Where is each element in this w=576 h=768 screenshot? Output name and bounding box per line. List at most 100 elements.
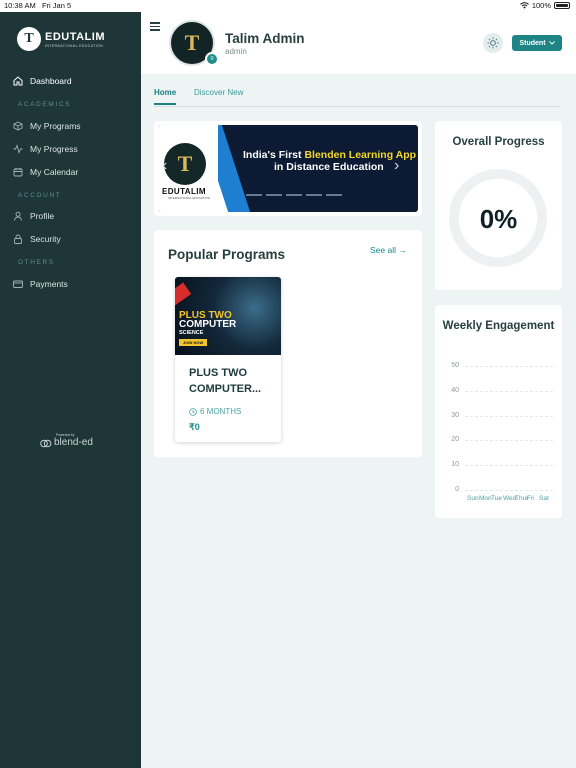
y-tick-label: 0 <box>455 486 459 493</box>
y-tick-label: 30 <box>451 411 459 419</box>
sidebar-item-profile[interactable]: Profile <box>13 211 54 221</box>
x-tick-label: Mon <box>479 495 492 502</box>
carousel-next-icon[interactable]: › <box>394 157 399 175</box>
see-all-link[interactable]: See all → <box>370 245 407 255</box>
thumbnail-line2: COMPUTER <box>179 319 237 330</box>
sidebar-item-my-progress[interactable]: My Progress <box>13 144 78 154</box>
sun-icon <box>487 37 499 49</box>
powered-by-brand: blend-ed <box>54 437 93 448</box>
carousel-dot[interactable] <box>266 194 282 196</box>
card-title: Weekly Engagement <box>442 320 555 332</box>
user-icon <box>14 211 22 221</box>
section-title: Popular Programs <box>168 247 286 262</box>
sidebar-item-security[interactable]: Security <box>13 234 61 244</box>
gridline <box>465 440 553 442</box>
y-tick-label: 50 <box>451 362 459 369</box>
y-tick-label: 40 <box>451 386 459 394</box>
carousel-dot[interactable] <box>286 194 302 196</box>
role-switch-button[interactable]: Student <box>512 35 562 51</box>
gridline <box>465 490 553 491</box>
sidebar-section-academics: ACADEMICS <box>18 101 72 108</box>
top-header: T ≡ Talim Admin admin Student <box>141 12 576 74</box>
powered-by-logo: Powered by blend-ed <box>40 433 93 448</box>
brand-logo-mark: T <box>17 27 41 51</box>
arrow-right-icon: → <box>398 245 407 255</box>
brand-name: EDUTALIM <box>45 30 106 43</box>
card-title: Overall Progress <box>452 136 545 148</box>
carousel-dot[interactable] <box>326 194 342 196</box>
blend-ed-logo-icon <box>40 439 52 447</box>
sidebar-item-label: Profile <box>30 211 55 221</box>
theme-toggle-button[interactable] <box>483 33 503 53</box>
x-tick-label: Sun <box>467 495 479 502</box>
promo-banner[interactable]: T EDUTALIM INTERNATIONAL EDUCATION India… <box>158 125 418 212</box>
brand-subtitle: INTERNATIONAL EDUCATION <box>45 43 104 48</box>
battery-icon <box>554 2 570 9</box>
sidebar-item-dashboard[interactable]: Dashboard <box>13 76 72 86</box>
sidebar-section-account: ACCOUNT <box>18 192 62 199</box>
banner-logo-subtitle: INTERNATIONAL EDUCATION <box>168 196 210 200</box>
sidebar-item-label: My Programs <box>30 121 81 131</box>
thumbnail-line3: SCIENCE <box>179 330 204 336</box>
clock-icon <box>189 407 197 416</box>
activity-icon <box>13 144 23 154</box>
y-tick-label: 10 <box>451 461 459 469</box>
user-name: Talim Admin <box>225 31 305 46</box>
program-duration: 6 MONTHS <box>189 407 241 416</box>
carousel-indicators <box>246 194 342 196</box>
sidebar-item-payments[interactable]: Payments <box>13 279 68 289</box>
sidebar-item-label: Security <box>30 234 61 244</box>
brand-logo[interactable]: T EDUTALIM INTERNATIONAL EDUCATION <box>17 27 105 51</box>
battery-percent: 100% <box>531 1 551 10</box>
gridline <box>465 465 553 467</box>
popular-programs-panel: Popular Programs See all → PLUS TWO COMP… <box>154 230 422 457</box>
thumbnail-cta: JOIN NOW <box>179 339 208 346</box>
sidebar-item-label: Dashboard <box>30 76 72 86</box>
gridline <box>465 390 553 392</box>
user-role: admin <box>225 47 247 56</box>
calendar-icon <box>13 168 23 177</box>
weekly-engagement-card: Weekly Engagement 50 40 30 20 10 0 Sun Mon Tue We… <box>435 305 562 518</box>
program-thumbnail: PLUS TWO COMPUTER SCIENCE JOIN NOW <box>175 277 281 355</box>
banner-logo-name: EDUTALIM <box>162 187 206 196</box>
carousel-prev-icon[interactable]: ‹ <box>162 157 167 175</box>
program-card[interactable]: PLUS TWO COMPUTER SCIENCE JOIN NOW PLUS … <box>175 277 281 442</box>
x-tick-label: Fri <box>527 495 535 502</box>
status-bar: 10:38 AM Fri Jan 5 100% <box>0 0 576 12</box>
tab-home[interactable]: Home <box>154 88 177 105</box>
gridline <box>465 366 553 367</box>
sidebar: T EDUTALIM INTERNATIONAL EDUCATION Dashb… <box>0 12 141 768</box>
cube-icon <box>13 121 23 131</box>
carousel-dot[interactable] <box>246 194 262 196</box>
banner-headline: India's First Blenden Learning App <box>243 149 417 161</box>
hamburger-menu-icon[interactable] <box>150 22 160 31</box>
sidebar-item-label: Payments <box>30 279 68 289</box>
sidebar-section-others: OTHERS <box>18 259 55 266</box>
program-price: ₹0 <box>189 422 200 432</box>
sidebar-item-my-calendar[interactable]: My Calendar <box>13 167 78 177</box>
chevron-down-icon <box>548 41 555 45</box>
overall-progress-card: Overall Progress 0% <box>435 121 562 290</box>
banner-subheadline: in Distance Education <box>274 161 384 173</box>
status-right: 100% <box>519 1 570 10</box>
wifi-icon <box>519 2 529 9</box>
lock-icon <box>14 234 22 244</box>
sidebar-item-label: My Progress <box>30 144 78 154</box>
home-icon <box>13 76 23 86</box>
y-tick-label: 20 <box>451 436 459 444</box>
program-title: PLUS TWO COMPUTER... <box>189 367 262 395</box>
x-tick-label: Tue <box>491 495 502 502</box>
sidebar-item-label: My Calendar <box>30 167 79 177</box>
credit-card-icon <box>13 280 23 288</box>
role-switch-label: Student <box>519 39 546 47</box>
main-tabs: Home Discover New <box>154 86 561 107</box>
sidebar-item-my-programs[interactable]: My Programs <box>13 121 81 131</box>
carousel-dot[interactable] <box>306 194 322 196</box>
x-tick-label: Sat <box>539 495 549 502</box>
status-time: 10:38 AM Fri Jan 5 <box>4 1 72 10</box>
banner-logo: T <box>164 143 206 185</box>
progress-value: 0% <box>479 204 518 234</box>
gridline <box>465 415 553 417</box>
avatar-menu-icon[interactable]: ≡ <box>205 52 219 66</box>
tab-discover-new[interactable]: Discover New <box>194 88 243 97</box>
